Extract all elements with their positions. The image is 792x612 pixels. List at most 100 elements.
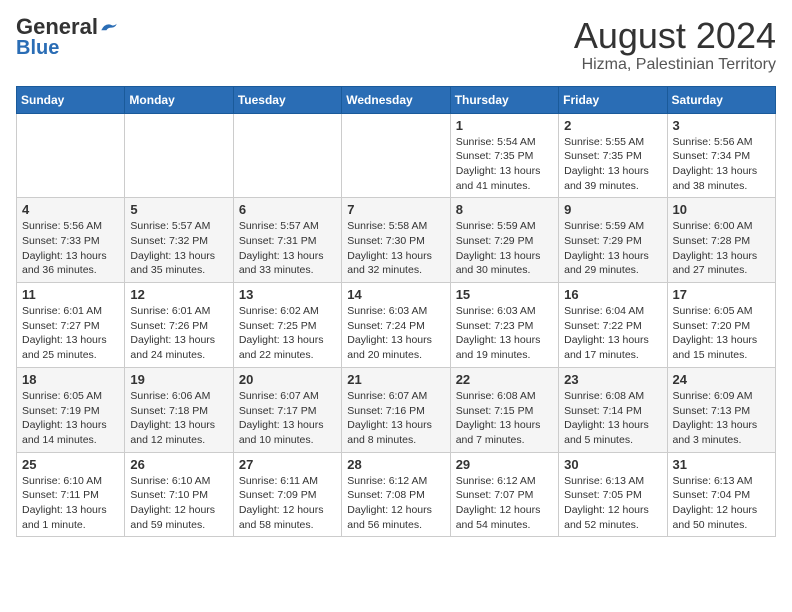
calendar-cell: 19Sunrise: 6:06 AM Sunset: 7:18 PM Dayli… <box>125 367 233 452</box>
calendar-cell: 27 Sunrise: 6:11 AM Sunset: 7:09 PM Dayli… <box>233 452 341 537</box>
calendar-cell: 8 Sunrise: 5:59 AM Sunset: 7:29 PM Daylig… <box>450 198 558 283</box>
day-number: 1 <box>456 118 553 133</box>
day-info: Sunrise: 6:09 AM Sunset: 7:13 PM Dayligh… <box>673 389 770 448</box>
day-number: 7 <box>347 202 444 217</box>
logo-bird-icon <box>100 21 118 33</box>
calendar-week-2: 4 Sunrise: 5:56 AM Sunset: 7:33 PM Daylig… <box>17 198 776 283</box>
calendar-cell: 20Sunrise: 6:07 AM Sunset: 7:17 PM Dayli… <box>233 367 341 452</box>
day-info: Sunrise: 6:11 AM Sunset: 7:09 PM Dayligh… <box>239 474 336 533</box>
calendar-week-4: 18 Sunrise: 6:05 AM Sunset: 7:19 PM Dayli… <box>17 367 776 452</box>
day-header-saturday: Saturday <box>667 86 775 113</box>
calendar-cell: 18 Sunrise: 6:05 AM Sunset: 7:19 PM Dayli… <box>17 367 125 452</box>
day-info: Sunrise: 6:13 AM Sunset: 7:04 PM Dayligh… <box>673 474 770 533</box>
day-info: Sunrise: 5:56 AM Sunset: 7:34 PM Dayligh… <box>673 135 770 194</box>
day-number: 12 <box>130 287 227 302</box>
calendar-header-row: SundayMondayTuesdayWednesdayThursdayFrid… <box>17 86 776 113</box>
day-number: 3 <box>673 118 770 133</box>
calendar-cell: 30 Sunrise: 6:13 AM Sunset: 7:05 PM Dayli… <box>559 452 667 537</box>
day-info: Sunrise: 6:08 AM Sunset: 7:14 PM Dayligh… <box>564 389 661 448</box>
day-info: Sunrise: 6:06 AM Sunset: 7:18 PM Dayligh… <box>130 389 227 448</box>
calendar-cell: 6 Sunrise: 5:57 AM Sunset: 7:31 PM Daylig… <box>233 198 341 283</box>
calendar-cell: 23Sunrise: 6:08 AM Sunset: 7:14 PM Dayli… <box>559 367 667 452</box>
title-section: August 2024 Hizma, Palestinian Territory <box>574 16 776 74</box>
calendar-cell: 25 Sunrise: 6:10 AM Sunset: 7:11 PM Dayli… <box>17 452 125 537</box>
calendar-cell: 24 Sunrise: 6:09 AM Sunset: 7:13 PM Dayli… <box>667 367 775 452</box>
day-info: Sunrise: 6:13 AM Sunset: 7:05 PM Dayligh… <box>564 474 661 533</box>
day-info: Sunrise: 6:04 AM Sunset: 7:22 PM Dayligh… <box>564 304 661 363</box>
day-info: Sunrise: 6:03 AM Sunset: 7:23 PM Dayligh… <box>456 304 553 363</box>
calendar-cell <box>342 113 450 198</box>
day-info: Sunrise: 5:58 AM Sunset: 7:30 PM Dayligh… <box>347 219 444 278</box>
day-info: Sunrise: 6:10 AM Sunset: 7:11 PM Dayligh… <box>22 474 119 533</box>
day-info: Sunrise: 6:01 AM Sunset: 7:27 PM Dayligh… <box>22 304 119 363</box>
calendar-cell: 11 Sunrise: 6:01 AM Sunset: 7:27 PM Dayli… <box>17 283 125 368</box>
day-info: Sunrise: 5:54 AM Sunset: 7:35 PM Dayligh… <box>456 135 553 194</box>
calendar-week-5: 25 Sunrise: 6:10 AM Sunset: 7:11 PM Dayli… <box>17 452 776 537</box>
logo-general: General <box>16 14 98 39</box>
calendar-cell: 15 Sunrise: 6:03 AM Sunset: 7:23 PM Dayli… <box>450 283 558 368</box>
day-info: Sunrise: 6:00 AM Sunset: 7:28 PM Dayligh… <box>673 219 770 278</box>
day-number: 4 <box>22 202 119 217</box>
day-info: Sunrise: 6:07 AM Sunset: 7:17 PM Dayligh… <box>239 389 336 448</box>
day-number: 30 <box>564 457 661 472</box>
day-info: Sunrise: 5:59 AM Sunset: 7:29 PM Dayligh… <box>564 219 661 278</box>
day-number: 25 <box>22 457 119 472</box>
day-number: 11 <box>22 287 119 302</box>
page-header: General Blue August 2024 Hizma, Palestin… <box>16 16 776 74</box>
calendar-cell: 2 Sunrise: 5:55 AM Sunset: 7:35 PM Daylig… <box>559 113 667 198</box>
calendar-week-3: 11 Sunrise: 6:01 AM Sunset: 7:27 PM Dayli… <box>17 283 776 368</box>
day-number: 31 <box>673 457 770 472</box>
calendar-cell: 10Sunrise: 6:00 AM Sunset: 7:28 PM Dayli… <box>667 198 775 283</box>
day-number: 22 <box>456 372 553 387</box>
calendar-cell: 4 Sunrise: 5:56 AM Sunset: 7:33 PM Daylig… <box>17 198 125 283</box>
day-number: 15 <box>456 287 553 302</box>
calendar-cell: 29Sunrise: 6:12 AM Sunset: 7:07 PM Dayli… <box>450 452 558 537</box>
day-info: Sunrise: 6:07 AM Sunset: 7:16 PM Dayligh… <box>347 389 444 448</box>
location-text: Hizma, Palestinian Territory <box>574 56 776 74</box>
day-number: 27 <box>239 457 336 472</box>
day-header-thursday: Thursday <box>450 86 558 113</box>
calendar-cell <box>233 113 341 198</box>
day-info: Sunrise: 6:10 AM Sunset: 7:10 PM Dayligh… <box>130 474 227 533</box>
calendar-cell: 22Sunrise: 6:08 AM Sunset: 7:15 PM Dayli… <box>450 367 558 452</box>
day-number: 2 <box>564 118 661 133</box>
day-header-sunday: Sunday <box>17 86 125 113</box>
day-header-friday: Friday <box>559 86 667 113</box>
calendar-cell: 17Sunrise: 6:05 AM Sunset: 7:20 PM Dayli… <box>667 283 775 368</box>
month-title: August 2024 <box>574 16 776 56</box>
day-info: Sunrise: 5:59 AM Sunset: 7:29 PM Dayligh… <box>456 219 553 278</box>
day-number: 24 <box>673 372 770 387</box>
day-info: Sunrise: 6:02 AM Sunset: 7:25 PM Dayligh… <box>239 304 336 363</box>
calendar-cell: 9 Sunrise: 5:59 AM Sunset: 7:29 PM Daylig… <box>559 198 667 283</box>
day-info: Sunrise: 6:05 AM Sunset: 7:19 PM Dayligh… <box>22 389 119 448</box>
day-number: 18 <box>22 372 119 387</box>
day-header-wednesday: Wednesday <box>342 86 450 113</box>
day-number: 5 <box>130 202 227 217</box>
calendar-week-1: 1 Sunrise: 5:54 AM Sunset: 7:35 PM Daylig… <box>17 113 776 198</box>
calendar-cell <box>125 113 233 198</box>
day-number: 29 <box>456 457 553 472</box>
day-number: 9 <box>564 202 661 217</box>
calendar-cell: 31 Sunrise: 6:13 AM Sunset: 7:04 PM Dayli… <box>667 452 775 537</box>
day-number: 8 <box>456 202 553 217</box>
day-info: Sunrise: 5:57 AM Sunset: 7:31 PM Dayligh… <box>239 219 336 278</box>
day-info: Sunrise: 6:03 AM Sunset: 7:24 PM Dayligh… <box>347 304 444 363</box>
logo-blue-text: Blue <box>16 37 59 59</box>
day-number: 17 <box>673 287 770 302</box>
calendar-cell: 21 Sunrise: 6:07 AM Sunset: 7:16 PM Dayli… <box>342 367 450 452</box>
calendar-cell: 16 Sunrise: 6:04 AM Sunset: 7:22 PM Dayli… <box>559 283 667 368</box>
calendar-cell: 26Sunrise: 6:10 AM Sunset: 7:10 PM Dayli… <box>125 452 233 537</box>
calendar-cell: 5 Sunrise: 5:57 AM Sunset: 7:32 PM Daylig… <box>125 198 233 283</box>
logo-text: General <box>16 16 98 38</box>
day-info: Sunrise: 5:56 AM Sunset: 7:33 PM Dayligh… <box>22 219 119 278</box>
day-number: 21 <box>347 372 444 387</box>
calendar-cell: 3 Sunrise: 5:56 AM Sunset: 7:34 PM Daylig… <box>667 113 775 198</box>
day-info: Sunrise: 5:55 AM Sunset: 7:35 PM Dayligh… <box>564 135 661 194</box>
calendar-cell: 12Sunrise: 6:01 AM Sunset: 7:26 PM Dayli… <box>125 283 233 368</box>
day-number: 14 <box>347 287 444 302</box>
day-header-monday: Monday <box>125 86 233 113</box>
day-number: 16 <box>564 287 661 302</box>
calendar-table: SundayMondayTuesdayWednesdayThursdayFrid… <box>16 86 776 538</box>
day-info: Sunrise: 5:57 AM Sunset: 7:32 PM Dayligh… <box>130 219 227 278</box>
day-number: 6 <box>239 202 336 217</box>
